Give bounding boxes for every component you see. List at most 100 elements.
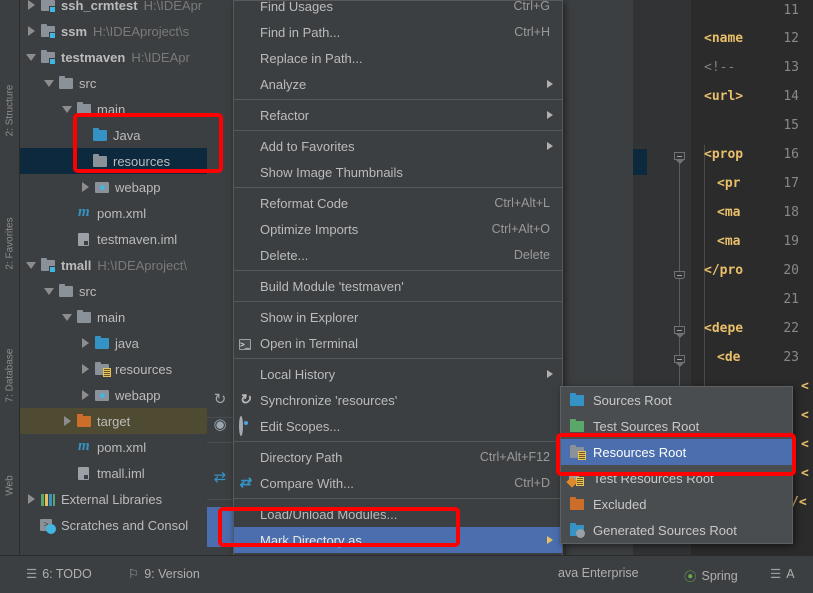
expand-arrow-icon[interactable] bbox=[26, 25, 38, 37]
tree-row[interactable]: testmaven H:\IDEApr bbox=[20, 44, 233, 70]
tree-row[interactable]: webapp bbox=[20, 382, 233, 408]
status-ant-button[interactable]: ☰ A bbox=[770, 566, 795, 582]
expand-arrow-icon[interactable] bbox=[80, 181, 92, 193]
menu-item-edit-scopes[interactable]: Edit Scopes... bbox=[234, 413, 562, 439]
tree-item-label: Java bbox=[113, 127, 141, 143]
tool-window-structure[interactable]: 2: Structure bbox=[5, 79, 16, 143]
menu-item-add-to-favorites[interactable]: Add to Favorites bbox=[234, 133, 562, 159]
menu-item-optimize-imports[interactable]: Optimize Imports Ctrl+Alt+O bbox=[234, 216, 562, 242]
menu-item-local-history[interactable]: Local History bbox=[234, 361, 562, 387]
tree-row[interactable]: m pom.xml bbox=[20, 200, 233, 226]
tree-row[interactable]: tmall.iml bbox=[20, 460, 233, 486]
menu-item-build-module[interactable]: Build Module 'testmaven' bbox=[234, 273, 562, 299]
submenu-arrow-icon bbox=[547, 370, 553, 378]
external-libraries-icon bbox=[40, 491, 56, 507]
submenu-item-generated-sources-root[interactable]: Generated Sources Root bbox=[561, 517, 792, 543]
folder-orange-icon bbox=[569, 496, 585, 512]
marked-toolbar-button[interactable] bbox=[207, 507, 233, 547]
status-version-control-button[interactable]: ⚐ 9: Version bbox=[128, 566, 200, 582]
menu-item-compare-with[interactable]: ⇄ Compare With... Ctrl+D bbox=[234, 470, 562, 496]
collapse-arrow-icon[interactable] bbox=[62, 311, 74, 323]
menu-item-mark-directory-as[interactable]: Mark Directory as bbox=[234, 527, 562, 553]
tree-row[interactable]: ssm H:\IDEAproject\s bbox=[20, 18, 233, 44]
collapse-arrow-icon[interactable] bbox=[26, 259, 38, 271]
webapp-icon bbox=[94, 179, 110, 195]
code-line: <prop bbox=[704, 147, 744, 162]
menu-item-find-usages[interactable]: Find Usages Ctrl+G bbox=[234, 0, 562, 19]
menu-item-label: Open in Terminal bbox=[260, 335, 359, 351]
tree-row[interactable]: testmaven.iml bbox=[20, 226, 233, 252]
tree-row-excluded[interactable]: target bbox=[20, 408, 233, 434]
tree-row[interactable]: tmall H:\IDEAproject\ bbox=[20, 252, 233, 278]
tree-row[interactable]: External Libraries bbox=[20, 486, 233, 512]
tree-item-path: H:\IDEApr bbox=[131, 49, 190, 65]
menu-item-delete[interactable]: Delete... Delete bbox=[234, 242, 562, 268]
expand-arrow-icon[interactable] bbox=[26, 0, 38, 11]
tree-item-label: main bbox=[97, 101, 126, 117]
submenu-item-test-sources-root[interactable]: Test Sources Root bbox=[561, 413, 792, 439]
tool-window-database[interactable]: 7: Database bbox=[5, 344, 16, 408]
menu-item-replace-in-path[interactable]: Replace in Path... bbox=[234, 45, 562, 71]
fold-toggle-icon[interactable] bbox=[674, 355, 686, 367]
menu-item-directory-path[interactable]: Directory Path Ctrl+Alt+F12 bbox=[234, 444, 562, 470]
compare-toolbar-button[interactable]: ⇄ bbox=[207, 455, 233, 500]
menu-item-refactor[interactable]: Refactor bbox=[234, 102, 562, 128]
menu-item-load-unload-modules[interactable]: Load/Unload Modules... bbox=[234, 501, 562, 527]
submenu-item-test-resources-root[interactable]: Test Resources Root bbox=[561, 465, 792, 491]
menu-item-synchronize[interactable]: ↻ Synchronize 'resources' bbox=[234, 387, 562, 413]
project-tree[interactable]: ssh_crmtest H:\IDEApr ssm H:\IDEAproject… bbox=[20, 0, 233, 555]
module-folder-icon bbox=[40, 49, 56, 65]
tree-row[interactable]: Java bbox=[20, 122, 233, 148]
menu-item-find-in-path[interactable]: Find in Path... Ctrl+H bbox=[234, 19, 562, 45]
tool-window-web[interactable]: Web bbox=[5, 454, 16, 518]
tree-row[interactable]: m pom.xml bbox=[20, 434, 233, 460]
tree-row[interactable]: webapp bbox=[20, 174, 233, 200]
menu-item-label: Load/Unload Modules... bbox=[260, 506, 398, 522]
collapse-arrow-icon[interactable] bbox=[62, 103, 74, 115]
menu-item-open-in-terminal[interactable]: >_ Open in Terminal bbox=[234, 330, 562, 356]
expand-arrow-icon[interactable] bbox=[80, 389, 92, 401]
expand-arrow-icon[interactable] bbox=[62, 415, 74, 427]
expand-arrow-icon[interactable] bbox=[80, 337, 92, 349]
tree-row[interactable]: ssh_crmtest H:\IDEApr bbox=[20, 0, 233, 18]
menu-separator bbox=[234, 358, 562, 359]
submenu-item-excluded[interactable]: Excluded bbox=[561, 491, 792, 517]
scope-toolbar-button[interactable]: ◉ bbox=[207, 405, 233, 443]
menu-item-analyze[interactable]: Analyze bbox=[234, 71, 562, 97]
mark-directory-as-submenu[interactable]: Sources Root Test Sources Root Resources… bbox=[560, 386, 793, 544]
status-java-enterprise-button[interactable]: ava Enterprise bbox=[558, 566, 639, 580]
submenu-item-sources-root[interactable]: Sources Root bbox=[561, 387, 792, 413]
tree-row-selected[interactable]: resources bbox=[20, 148, 233, 174]
submenu-arrow-icon bbox=[547, 142, 553, 150]
collapse-arrow-icon[interactable] bbox=[44, 77, 56, 89]
tree-row[interactable]: > Scratches and Consol bbox=[20, 512, 233, 538]
fold-toggle-icon[interactable] bbox=[674, 152, 686, 164]
menu-item-label: Show in Explorer bbox=[260, 309, 359, 325]
collapse-arrow-icon[interactable] bbox=[44, 285, 56, 297]
tree-row[interactable]: src bbox=[20, 278, 233, 304]
submenu-item-resources-root[interactable]: Resources Root bbox=[561, 439, 792, 465]
menu-item-show-image-thumbnails[interactable]: Show Image Thumbnails bbox=[234, 159, 562, 185]
fold-toggle-icon[interactable] bbox=[674, 326, 686, 338]
folder-green-icon bbox=[569, 418, 585, 434]
tree-row[interactable]: src bbox=[20, 70, 233, 96]
expand-arrow-icon[interactable] bbox=[26, 493, 38, 505]
status-spring-button[interactable]: ⦿ Spring bbox=[684, 566, 738, 585]
tree-row[interactable]: main bbox=[20, 304, 233, 330]
tool-window-favorites[interactable]: 2: Favorites bbox=[5, 212, 16, 276]
menu-item-reformat-code[interactable]: Reformat Code Ctrl+Alt+L bbox=[234, 190, 562, 216]
resources-root-icon bbox=[569, 444, 586, 460]
status-todo-button[interactable]: ☰ 6: TODO bbox=[26, 566, 92, 582]
collapse-arrow-icon[interactable] bbox=[26, 51, 38, 63]
tree-item-path: H:\IDEApr bbox=[143, 0, 203, 13]
tree-row[interactable]: resources bbox=[20, 356, 233, 382]
tree-item-label: pom.xml bbox=[97, 439, 147, 455]
menu-item-show-in-explorer[interactable]: Show in Explorer bbox=[234, 304, 562, 330]
expand-arrow-icon[interactable] bbox=[80, 363, 92, 375]
context-menu[interactable]: Find Usages Ctrl+G Find in Path... Ctrl+… bbox=[233, 0, 563, 593]
tree-row[interactable]: main bbox=[20, 96, 233, 122]
tree-row[interactable]: java bbox=[20, 330, 233, 356]
tree-item-label: Scratches and Consol bbox=[61, 517, 189, 533]
folder-grey-icon bbox=[58, 75, 74, 91]
fold-toggle-icon[interactable] bbox=[674, 271, 686, 283]
